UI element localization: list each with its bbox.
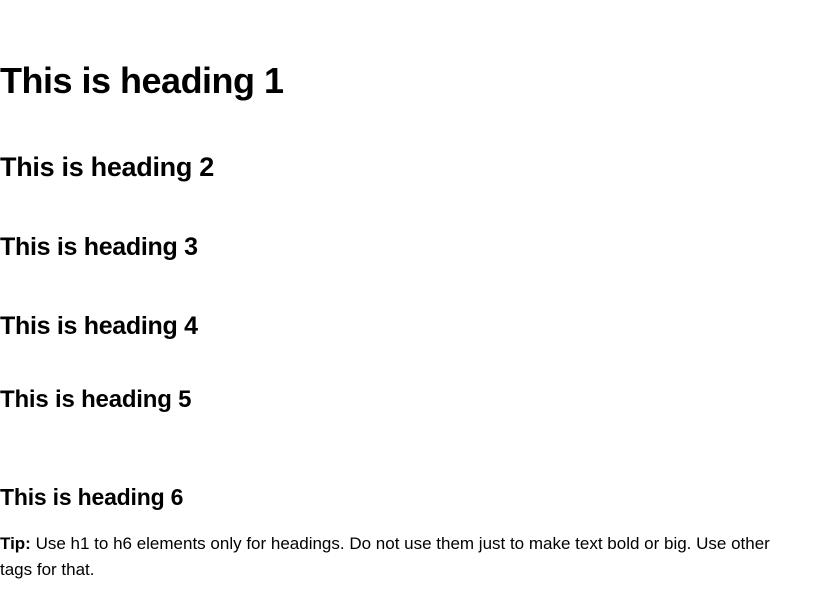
heading-3: This is heading 3 xyxy=(0,233,831,262)
tip-label: Tip: xyxy=(0,534,31,553)
heading-5: This is heading 5 xyxy=(0,386,831,414)
tip-text: Use h1 to h6 elements only for headings.… xyxy=(0,534,770,579)
heading-1: This is heading 1 xyxy=(0,60,831,102)
heading-4: This is heading 4 xyxy=(0,312,831,341)
heading-6: This is heading 6 xyxy=(0,484,831,511)
heading-2: This is heading 2 xyxy=(0,152,831,183)
tip-paragraph: Tip: Use h1 to h6 elements only for head… xyxy=(0,531,800,582)
